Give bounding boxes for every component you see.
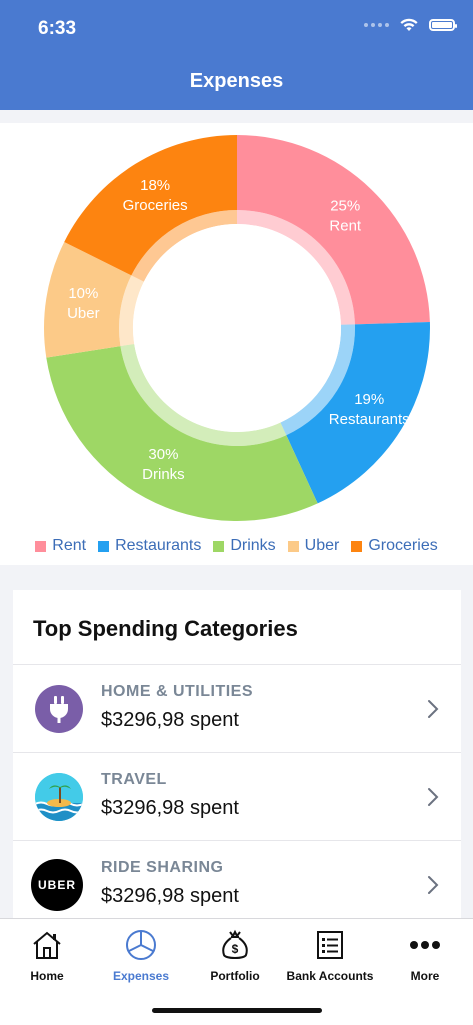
category-amount: $3296,98 spent bbox=[101, 709, 239, 731]
more-icon bbox=[410, 941, 440, 949]
legend-label: Groceries bbox=[368, 537, 438, 554]
category-name: HOME & UTILITIES bbox=[101, 683, 253, 700]
signal-icon bbox=[364, 23, 389, 27]
donut-hole bbox=[133, 224, 341, 432]
top-spending-title: Top Spending Categories bbox=[33, 616, 298, 641]
tab-home[interactable]: Home bbox=[0, 929, 94, 983]
chevron-right-icon bbox=[428, 700, 439, 718]
legend-swatch bbox=[287, 540, 299, 552]
category-amount: $3296,98 spent bbox=[101, 797, 239, 819]
legend-item-uber[interactable]: Uber bbox=[287, 537, 340, 555]
list-icon bbox=[317, 931, 343, 959]
top-spending-card: Top Spending Categories HOME & UTILITIES… bbox=[13, 590, 461, 920]
chevron-right-icon bbox=[428, 788, 439, 806]
tab-more[interactable]: More bbox=[378, 929, 472, 983]
slice-name-label: Drinks bbox=[142, 466, 185, 483]
legend-item-groceries[interactable]: Groceries bbox=[351, 537, 438, 555]
category-name: TRAVEL bbox=[101, 771, 167, 788]
chart-legend: Rent Restaurants Drinks Uber Groceries bbox=[0, 537, 473, 555]
svg-text:$: $ bbox=[232, 942, 239, 956]
tab-label: Expenses bbox=[112, 969, 170, 983]
pie-chart-icon bbox=[126, 930, 156, 960]
slice-name-label: Groceries bbox=[123, 197, 188, 214]
category-amount: $3296,98 spent bbox=[101, 885, 239, 907]
legend-swatch bbox=[351, 540, 363, 552]
legend-item-restaurants[interactable]: Restaurants bbox=[98, 537, 201, 555]
expenses-donut-chart: 25% Rent 19% Restaurants 30% Drinks 10% Uber 18%… bbox=[44, 135, 430, 521]
beach-icon bbox=[35, 773, 83, 821]
battery-icon bbox=[429, 19, 457, 31]
slice-name-label: Uber bbox=[67, 305, 100, 322]
slice-name-label: Rent bbox=[329, 217, 362, 234]
legend-item-rent[interactable]: Rent bbox=[35, 537, 86, 555]
legend-swatch bbox=[213, 540, 225, 552]
slice-percent-label: 18% bbox=[140, 177, 170, 194]
slice-name-label: Restaurants bbox=[329, 411, 410, 428]
status-time: 6:33 bbox=[38, 18, 77, 39]
slice-percent-label: 25% bbox=[330, 197, 360, 214]
uber-logo-text: UBER bbox=[37, 878, 76, 892]
nav-header: 6:33 Expenses bbox=[0, 0, 473, 110]
status-icons bbox=[364, 18, 457, 32]
tab-bank-accounts[interactable]: Bank Accounts bbox=[283, 929, 377, 983]
wifi-icon bbox=[400, 18, 418, 31]
tab-label: More bbox=[410, 969, 440, 983]
legend-label: Rent bbox=[52, 537, 87, 554]
home-indicator bbox=[152, 1008, 322, 1013]
home-icon bbox=[33, 931, 61, 959]
slice-percent-label: 10% bbox=[68, 285, 98, 302]
legend-item-drinks[interactable]: Drinks bbox=[213, 537, 276, 555]
tab-label: Portfolio bbox=[210, 969, 260, 983]
legend-swatch bbox=[35, 540, 47, 552]
plug-icon bbox=[35, 685, 83, 733]
page-title: Expenses bbox=[189, 70, 284, 92]
chevron-right-icon bbox=[428, 876, 439, 894]
tab-label: Home bbox=[30, 969, 64, 983]
money-bag-icon: $ bbox=[222, 929, 248, 959]
legend-label: Restaurants bbox=[115, 537, 202, 554]
legend-label: Drinks bbox=[230, 537, 276, 554]
slice-percent-label: 19% bbox=[354, 391, 384, 408]
category-name: RIDE SHARING bbox=[101, 859, 224, 876]
legend-swatch bbox=[98, 540, 110, 552]
tab-expenses[interactable]: Expenses bbox=[94, 929, 188, 983]
category-row-ride-sharing[interactable]: UBER RIDE SHARING $3296,98 spent bbox=[13, 840, 461, 929]
legend-label: Uber bbox=[304, 537, 340, 554]
uber-logo: UBER bbox=[31, 859, 83, 911]
category-row-travel[interactable]: TRAVEL $3296,98 spent bbox=[13, 752, 461, 841]
category-row-home-utilities[interactable]: HOME & UTILITIES $3296,98 spent bbox=[13, 664, 461, 753]
slice-percent-label: 30% bbox=[148, 446, 178, 463]
tab-portfolio[interactable]: $ Portfolio bbox=[188, 929, 282, 983]
tab-label: Bank Accounts bbox=[286, 969, 374, 983]
